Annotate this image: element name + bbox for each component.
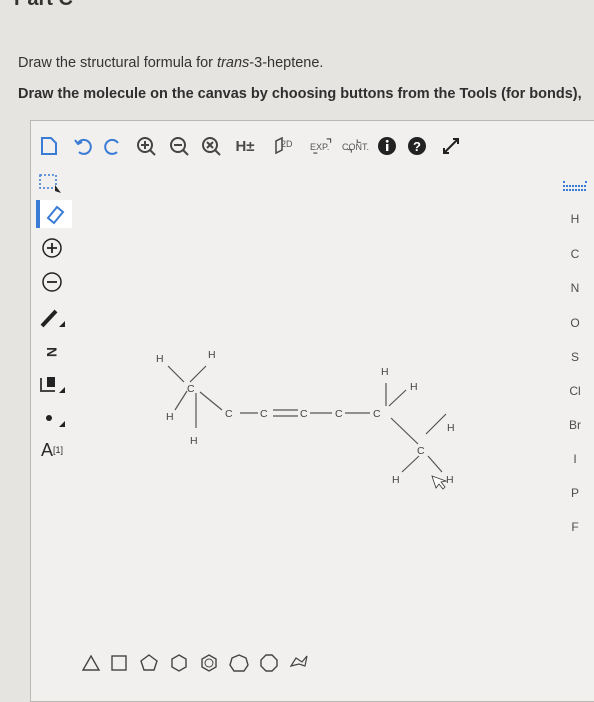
eraser-icon[interactable] [36, 200, 72, 228]
octagon-ring-icon[interactable] [258, 652, 280, 674]
top-toolbar: H± 2D EXP. CONT. ? [30, 121, 594, 169]
element-h-button[interactable]: H [553, 212, 594, 226]
mouse-cursor-icon [431, 475, 448, 490]
question-prefix: Draw the structural formula for [18, 55, 218, 71]
atom-label: C [335, 408, 343, 420]
contract-label: CONT. [342, 142, 369, 152]
bottom-toolbar [30, 640, 594, 688]
instruction-text: Draw the molecule on the canvas by choos… [18, 86, 582, 102]
zoom-out-icon[interactable] [168, 135, 190, 157]
atom-label: H [190, 435, 198, 447]
part-label: Part C [14, 0, 73, 11]
fullscreen-icon[interactable] [440, 135, 462, 157]
atom-label: C [260, 408, 268, 420]
zoom-reset-icon[interactable] [200, 135, 222, 157]
help-icon[interactable]: ? [406, 135, 428, 157]
single-bond-tool-icon[interactable] [36, 304, 68, 332]
new-document-icon[interactable] [38, 135, 60, 157]
element-i-button[interactable]: I [553, 452, 594, 466]
atom-label: C [417, 445, 425, 457]
redo-icon[interactable] [102, 135, 124, 157]
atom-label: H [156, 353, 164, 365]
square-ring-icon[interactable] [108, 652, 130, 674]
atom-label: C [300, 408, 308, 420]
info-icon[interactable] [376, 135, 398, 157]
atom-label: H [392, 474, 400, 486]
atom-label: C [225, 408, 233, 420]
question-compound: trans [217, 55, 250, 71]
drawing-canvas[interactable]: H H C H H C C C C H H C H H H C [80, 170, 550, 630]
periodic-table-icon[interactable] [553, 178, 594, 197]
nitrogen-chain-tool[interactable]: N [36, 338, 68, 366]
atom-label-text: A [40, 439, 53, 460]
atom-label: H [166, 411, 174, 423]
element-cl-button[interactable]: Cl [553, 384, 594, 398]
element-s-button[interactable]: S [553, 350, 594, 364]
hexagon-ring-icon[interactable] [168, 652, 190, 674]
atom-label: C [373, 408, 381, 420]
template-tool-icon[interactable] [36, 370, 68, 398]
expand-label: EXP. [310, 142, 330, 152]
atom-label: H [381, 366, 389, 378]
element-n-button[interactable]: N [553, 281, 594, 295]
nitrogen-chain-label: N [44, 346, 60, 358]
radical-dot-icon[interactable] [36, 404, 68, 432]
question-suffix: -3-heptene. [249, 55, 324, 71]
atom-label-sup: [1] [53, 445, 64, 455]
element-p-button[interactable]: P [553, 486, 594, 500]
undo-icon[interactable] [72, 135, 94, 157]
select-lasso-icon[interactable] [36, 170, 68, 198]
element-f-button[interactable]: F [553, 520, 594, 534]
element-br-button[interactable]: Br [553, 418, 594, 432]
hydrogen-toggle-button[interactable]: H± [230, 135, 260, 157]
element-c-button[interactable]: C [553, 247, 594, 261]
cyclohexane-chair-icon[interactable] [288, 652, 310, 674]
atom-label: H [410, 381, 418, 393]
question-text: Draw the structural formula for trans-3-… [18, 55, 323, 71]
triangle-ring-icon[interactable] [80, 652, 102, 674]
atom-label: H [446, 474, 454, 486]
clean-2d-label: 2D [281, 139, 293, 149]
zoom-in-icon[interactable] [135, 135, 157, 157]
element-o-button[interactable]: O [553, 316, 594, 330]
heptagon-ring-icon[interactable] [228, 652, 250, 674]
pentagon-ring-icon[interactable] [138, 652, 160, 674]
negative-charge-icon[interactable] [36, 268, 68, 296]
atom-label-tool[interactable]: A [1] [36, 436, 68, 464]
atom-label: H [208, 349, 216, 361]
atom-label: H [447, 422, 455, 434]
svg-text:?: ? [413, 139, 421, 154]
positive-charge-icon[interactable] [36, 234, 68, 262]
atom-label: C [187, 383, 195, 395]
benzene-ring-icon[interactable] [198, 652, 220, 674]
